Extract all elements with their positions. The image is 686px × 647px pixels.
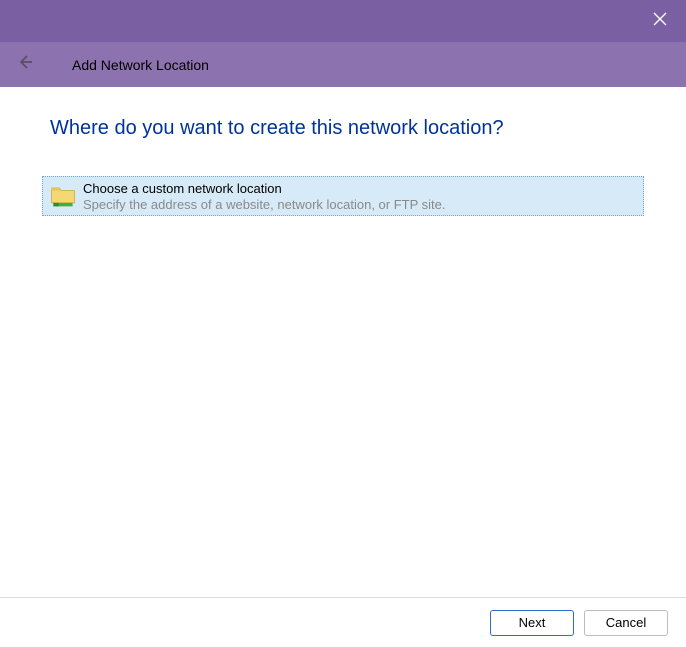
wizard-header: Add Network Location xyxy=(0,42,686,87)
wizard-title: Add Network Location xyxy=(72,57,209,73)
back-arrow-icon[interactable] xyxy=(16,53,72,76)
wizard-footer: Next Cancel xyxy=(0,597,686,647)
cancel-button[interactable]: Cancel xyxy=(584,610,668,636)
option-title: Choose a custom network location xyxy=(83,181,446,197)
titlebar xyxy=(0,0,686,42)
option-custom-location[interactable]: Choose a custom network location Specify… xyxy=(42,176,644,216)
close-icon[interactable] xyxy=(652,11,668,32)
option-text: Choose a custom network location Specify… xyxy=(83,181,446,214)
option-description: Specify the address of a website, networ… xyxy=(83,197,446,213)
page-heading: Where do you want to create this network… xyxy=(42,87,644,176)
folder-network-icon xyxy=(49,181,83,214)
next-button[interactable]: Next xyxy=(490,610,574,636)
wizard-content: Where do you want to create this network… xyxy=(0,87,686,597)
